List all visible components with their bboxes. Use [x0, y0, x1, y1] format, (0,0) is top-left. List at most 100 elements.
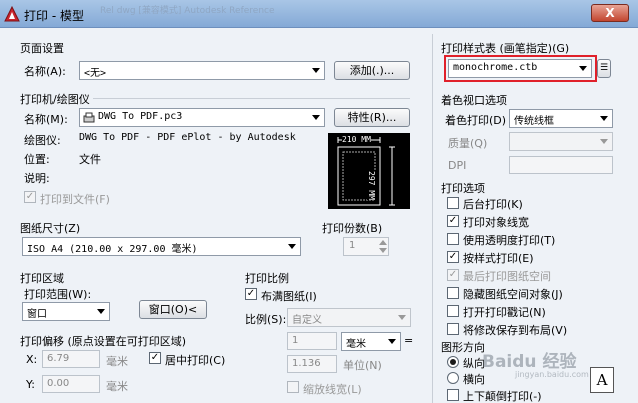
close-button[interactable]: X — [591, 4, 629, 22]
chevron-down-icon — [97, 309, 105, 314]
plot-option-label: 使用透明度打印(T) — [463, 234, 556, 247]
chevron-down-icon — [288, 244, 296, 249]
scale-lineweight-checkbox[interactable] — [287, 381, 299, 393]
landscape-label: 横向 — [463, 373, 485, 386]
title-bar: 打印 - 模型 Rel dwg [兼容模式] Autodesk Referenc… — [0, 0, 638, 28]
location-value: 文件 — [79, 153, 101, 166]
plot-range-combo[interactable]: 窗口 — [22, 302, 110, 321]
scale-value1-field[interactable]: 1 — [287, 332, 337, 350]
watermark: Baidu 经验 — [482, 347, 576, 372]
edit-plot-style-button[interactable]: ☰ — [597, 59, 611, 78]
portrait-radio[interactable] — [447, 356, 459, 368]
center-plot-label: 居中打印(C) — [165, 354, 226, 367]
chevron-down-icon — [398, 315, 406, 320]
spin-down-icon[interactable] — [379, 248, 387, 253]
landscape-radio[interactable] — [447, 372, 459, 384]
shade-plot-combo[interactable]: 传统线框 — [509, 109, 613, 128]
scale-unit-combo[interactable]: 毫米 — [341, 332, 401, 351]
plot-to-file-checkbox[interactable]: ✓ — [24, 191, 36, 203]
chevron-down-icon — [312, 68, 320, 73]
plotter-value: DWG To PDF - PDF ePlot - by Autodesk — [79, 132, 296, 143]
chevron-down-icon — [600, 116, 608, 121]
printer-group-label: 打印机/绘图仪 — [20, 93, 90, 106]
window-title: 打印 - 模型 — [24, 9, 84, 23]
plot-option-checkbox[interactable]: ✓ — [447, 215, 459, 227]
plot-option-checkbox[interactable] — [447, 233, 459, 245]
quality-label: 质量(Q) — [448, 137, 488, 150]
plot-option-checkbox[interactable] — [447, 287, 459, 299]
fit-to-paper-checkbox[interactable]: ✓ — [245, 288, 257, 300]
upside-down-checkbox[interactable] — [447, 389, 459, 401]
plot-style-group-label: 打印样式表 (画笔指定)(G) — [441, 42, 570, 55]
offset-x-label: X: — [26, 353, 38, 366]
plot-option-label: 按样式打印(E) — [463, 252, 534, 265]
plot-range-label: 打印范围(W): — [24, 288, 92, 301]
printer-properties-button[interactable]: 特性(R)... — [334, 108, 410, 127]
location-label: 位置: — [24, 153, 50, 166]
page-setup-name-value: <无> — [84, 68, 107, 79]
copies-group-label: 打印份数(B) — [322, 222, 383, 235]
dpi-field[interactable] — [509, 156, 613, 174]
page-setup-group-label: 页面设置 — [20, 42, 64, 55]
scale-lineweight-label: 缩放线宽(L) — [303, 383, 362, 396]
background-window-text: Rel dwg [兼容模式] Autodesk Reference — [100, 6, 275, 16]
plot-option-label: 将修改保存到布局(V) — [463, 324, 568, 337]
printer-name-label: 名称(M): — [24, 113, 68, 126]
shade-plot-value: 传统线框 — [514, 116, 554, 127]
shade-plot-label: 着色打印(D) — [445, 114, 507, 127]
preview-height-label: 297 MM — [367, 171, 376, 200]
dpi-label: DPI — [448, 159, 467, 172]
plot-to-file-label: 打印到文件(F) — [40, 193, 110, 206]
plot-offset-group-label: 打印偏移 (原点设置在可打印区域) — [20, 335, 187, 348]
shaded-viewport-group-label: 着色视口选项 — [441, 94, 507, 107]
printer-name-value: DWG To PDF.pc3 — [98, 111, 183, 122]
orientation-preview-icon: A — [590, 367, 614, 393]
paper-size-value: ISO A4 (210.00 x 297.00 毫米) — [27, 244, 198, 255]
panel-divider — [432, 34, 433, 403]
paper-size-group-label: 图纸尺寸(Z) — [20, 222, 81, 235]
window-select-button[interactable]: 窗口(O)< — [139, 300, 207, 319]
paper-size-combo[interactable]: ISO A4 (210.00 x 297.00 毫米) — [22, 237, 301, 256]
plotter-label: 绘图仪: — [24, 134, 61, 147]
watermark-text: Baidu 经验 — [482, 352, 577, 372]
description-label: 说明: — [24, 172, 50, 185]
chevron-down-icon — [579, 66, 587, 71]
scale-value2-field[interactable]: 1.136 — [287, 355, 337, 373]
plot-option-checkbox[interactable]: ✓ — [447, 269, 459, 281]
plot-range-value: 窗口 — [27, 309, 47, 320]
plotter-icon — [83, 112, 95, 123]
plot-option-label: 后台打印(K) — [463, 198, 523, 211]
chevron-down-icon — [312, 115, 320, 120]
scale-unit-value: 毫米 — [346, 339, 366, 350]
add-page-setup-button[interactable]: 添加(.)... — [334, 61, 410, 80]
plot-option-checkbox[interactable] — [447, 197, 459, 209]
scale-unit2-label: 单位(N) — [343, 359, 382, 372]
page-setup-name-label: 名称(A): — [24, 65, 66, 78]
printer-name-combo[interactable]: DWG To PDF.pc3 — [79, 108, 325, 127]
page-setup-name-combo[interactable]: <无> — [79, 61, 325, 80]
chevron-down-icon — [388, 339, 396, 344]
plot-style-combo[interactable]: monochrome.ctb — [448, 59, 592, 78]
plot-option-label: 隐藏图纸空间对象(J) — [463, 288, 563, 301]
plot-option-checkbox[interactable] — [447, 305, 459, 317]
offset-x-field[interactable]: 6.79 — [42, 350, 100, 368]
spin-up-icon[interactable] — [379, 240, 387, 245]
offset-y-field[interactable]: 0.00 — [42, 375, 100, 393]
scale-equals-sign: = — [404, 334, 414, 347]
group-divider — [93, 98, 410, 99]
plot-option-label: 最后打印图纸空间 — [463, 270, 551, 283]
plot-option-checkbox[interactable]: ✓ — [447, 251, 459, 263]
plot-option-label: 打开打印戳记(N) — [463, 306, 546, 319]
center-plot-checkbox[interactable]: ✓ — [149, 352, 161, 364]
paper-preview: 210 MM 297 MM — [328, 133, 410, 209]
plot-style-value: monochrome.ctb — [453, 62, 538, 73]
plot-option-label: 打印对象线宽 — [463, 216, 529, 229]
plot-option-checkbox[interactable] — [447, 323, 459, 335]
watermark-sub: jingyan.baidu.com — [515, 370, 589, 379]
offset-y-unit: 毫米 — [106, 380, 128, 393]
quality-combo[interactable] — [509, 132, 613, 151]
upside-down-label: 上下颠倒打印(-) — [463, 390, 542, 403]
scale-combo[interactable]: 自定义 — [287, 308, 411, 327]
copies-spinner[interactable]: 1 — [343, 237, 389, 256]
offset-y-label: Y: — [26, 378, 35, 391]
